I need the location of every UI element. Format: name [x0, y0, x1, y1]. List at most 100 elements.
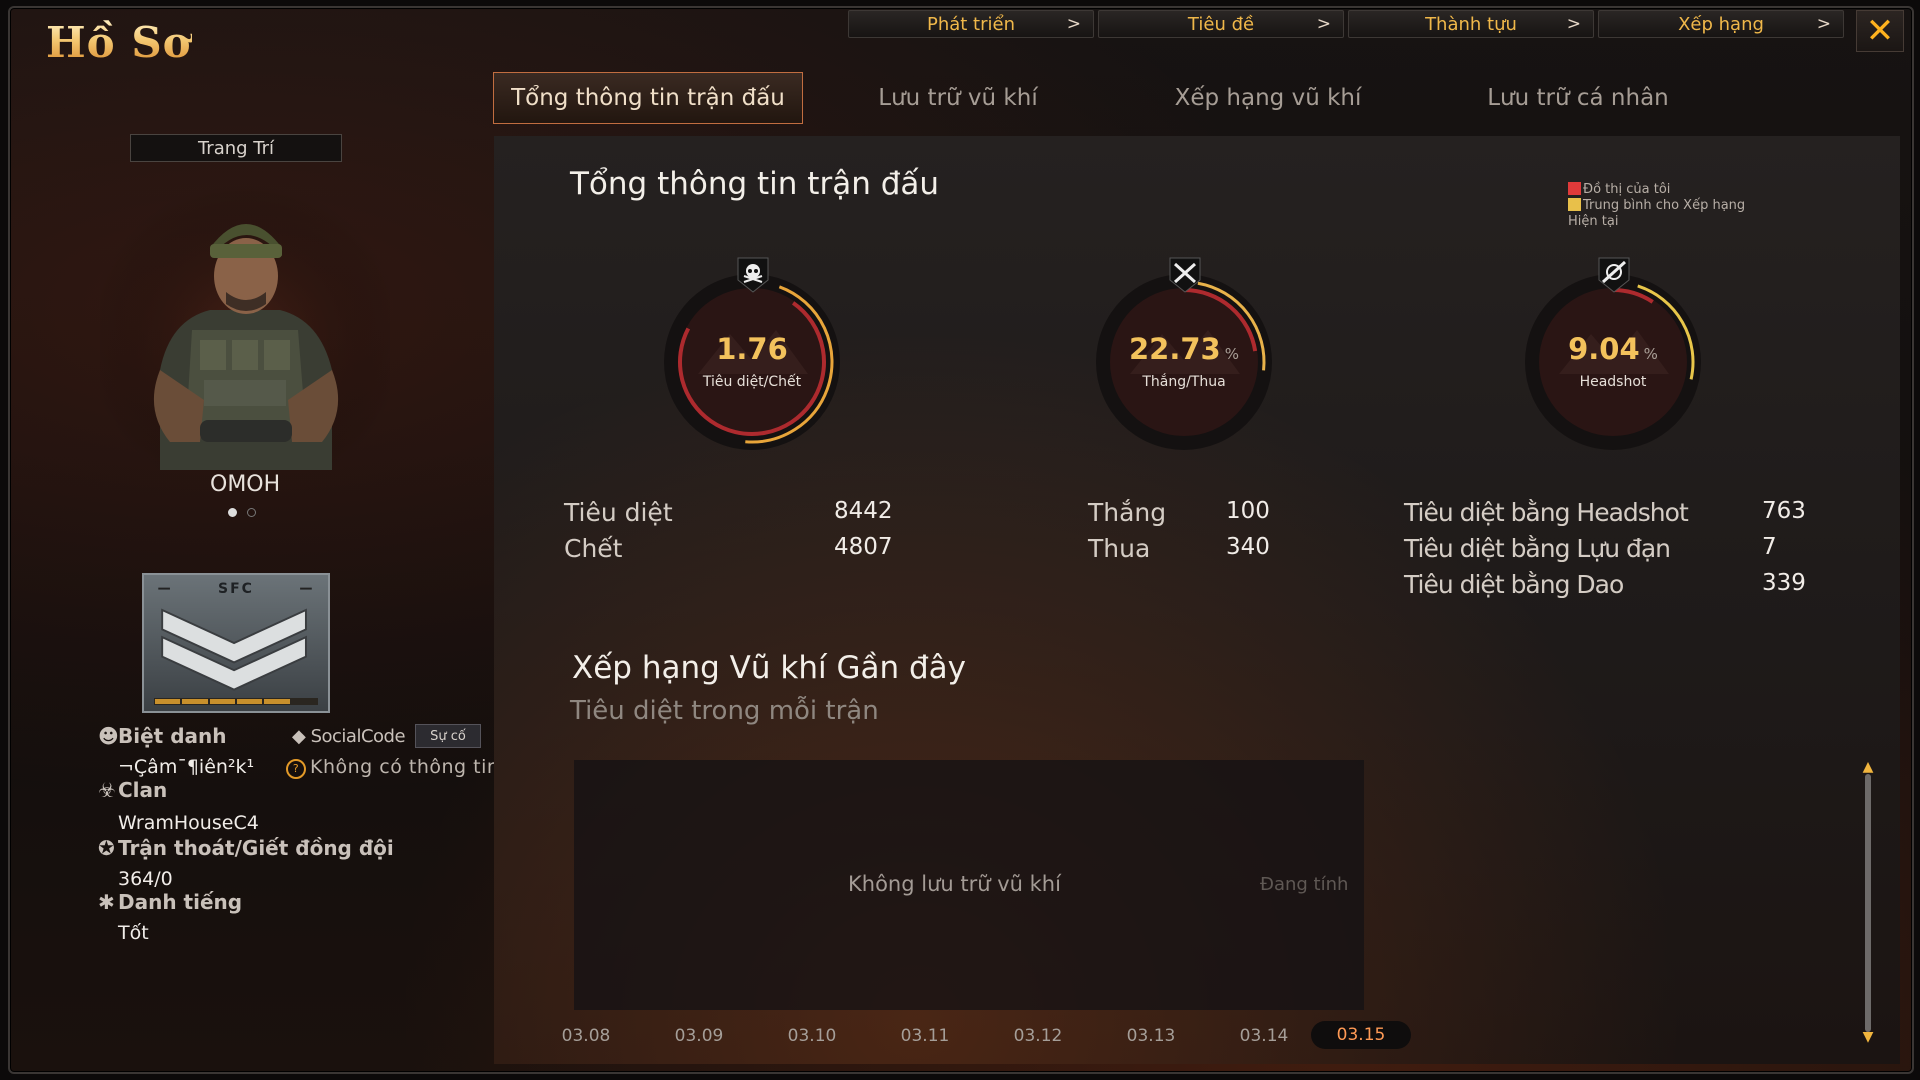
nav-label: Xếp hạng	[1678, 13, 1764, 35]
nickname-label-row: ☻Biệt danh	[98, 724, 226, 748]
chevron-rank-icon	[158, 587, 312, 691]
recent-title: Xếp hạng Vũ khí Gần đây	[572, 650, 966, 686]
tab-weapon-storage[interactable]: Lưu trữ vũ khí	[803, 72, 1113, 124]
socialcode-text: SocialCode	[310, 726, 406, 747]
winloss-value-row: 22.73%	[1084, 332, 1284, 366]
rank-progress	[154, 698, 318, 705]
socialcode-value: ? Không có thông tin	[286, 756, 499, 779]
reputation-value: Tốt	[118, 922, 149, 944]
date-item[interactable]: 03.14	[1234, 1026, 1294, 1046]
rank-badge: SFC	[142, 573, 330, 713]
nav-achievements-button[interactable]: Thành tựu >	[1348, 10, 1594, 38]
pager-dot[interactable]	[247, 508, 256, 517]
legend-swatch-avg	[1568, 198, 1581, 211]
nav-label: Thành tựu	[1425, 13, 1517, 35]
headshot-unit: %	[1643, 345, 1658, 363]
calculating-text: Đang tính	[1260, 874, 1349, 895]
headshot-value-row: 9.04%	[1513, 332, 1713, 366]
wins-label: Thắng	[1088, 498, 1167, 527]
empty-chart-message: Không lưu trữ vũ khí	[848, 872, 1061, 896]
nav-label: Tiêu đề	[1187, 13, 1255, 35]
close-icon: ✕	[1865, 11, 1895, 51]
decorate-button[interactable]: Trang Trí	[130, 134, 342, 162]
losses-value: 340	[1226, 534, 1270, 560]
grenade-kills-label: Tiêu diệt bằng Lựu đạn	[1404, 534, 1671, 563]
tag-icon: ◆	[292, 726, 306, 747]
socialcode-label: ◆ SocialCode	[292, 726, 406, 747]
shield-icon: ☣	[98, 778, 116, 802]
skull-icon	[737, 257, 769, 293]
chevron-right-icon: >	[1316, 14, 1331, 34]
date-item[interactable]: 03.09	[669, 1026, 729, 1046]
page-title: Hồ Sơ	[46, 18, 192, 67]
nickname-value: ¬Çâm¯¶iên²k¹	[118, 756, 255, 778]
headshot-gauge: 9.04% Headshot	[1513, 257, 1713, 462]
nickname-label: Biệt danh	[118, 724, 227, 748]
wins-value: 100	[1226, 498, 1270, 524]
legend-mine: Đồ thị của tôi	[1583, 182, 1671, 197]
tab-weapon-ranking[interactable]: Xếp hạng vũ khí	[1113, 72, 1423, 124]
winloss-gauge: 22.73% Thắng/Thua	[1084, 257, 1284, 462]
person-icon: ☻	[98, 724, 119, 748]
winloss-unit: %	[1224, 345, 1239, 363]
grenade-kills-value: 7	[1762, 534, 1777, 560]
crosshair-icon	[1598, 257, 1630, 293]
question-icon: ?	[286, 758, 306, 779]
vertical-scrollbar[interactable]: ▲ ▼	[1860, 760, 1876, 1044]
nav-titles-button[interactable]: Tiêu đề >	[1098, 10, 1344, 38]
no-info-text: Không có thông tin	[310, 756, 500, 778]
winloss-value: 22.73	[1129, 332, 1221, 366]
date-item[interactable]: 03.10	[782, 1026, 842, 1046]
chevron-right-icon: >	[1566, 14, 1581, 34]
nav-label: Phát triển	[926, 13, 1015, 35]
date-item[interactable]: 03.12	[1008, 1026, 1068, 1046]
nav-ranking-button[interactable]: Xếp hạng >	[1598, 10, 1844, 38]
clan-value: WramHouseC4	[118, 812, 259, 834]
tab-match-summary[interactable]: Tổng thông tin trận đấu	[493, 72, 803, 124]
date-item[interactable]: 03.11	[895, 1026, 955, 1046]
report-button[interactable]: Sự cố	[415, 724, 481, 748]
close-button[interactable]: ✕	[1856, 10, 1904, 52]
scroll-track[interactable]	[1865, 774, 1871, 1032]
escape-label-row: ✪ Trận thoát/Giết đồng đội	[98, 836, 394, 860]
escape-label: Trận thoát/Giết đồng đội	[118, 836, 394, 860]
date-item[interactable]: 03.08	[556, 1026, 616, 1046]
pager-dot[interactable]	[228, 508, 237, 517]
scroll-down-icon[interactable]: ▼	[1860, 1030, 1876, 1044]
kd-gauge: 1.76 Tiêu diệt/Chết	[652, 257, 852, 462]
scroll-up-icon[interactable]: ▲	[1860, 760, 1876, 774]
tab-bar: Tổng thông tin trận đấu Lưu trữ vũ khí X…	[493, 72, 1733, 124]
recent-subtitle: Tiêu diệt trong mỗi trận	[570, 696, 879, 726]
headshot-kills-value: 763	[1762, 498, 1806, 524]
knife-kills-value: 339	[1762, 570, 1806, 596]
kd-label: Tiêu diệt/Chết	[702, 374, 802, 390]
kd-value-row: 1.76	[652, 332, 852, 366]
kills-value: 8442	[834, 498, 893, 524]
character-portrait	[100, 180, 390, 470]
kills-label: Tiêu diệt	[564, 498, 673, 527]
kd-value: 1.76	[716, 332, 788, 366]
character-name: OMOH	[210, 472, 281, 497]
reputation-label: Danh tiếng	[118, 890, 243, 914]
deaths-label: Chết	[564, 534, 623, 563]
star-icon: ✱	[98, 890, 115, 914]
clan-label-row: ☣ Clan	[98, 778, 167, 802]
chevron-right-icon: >	[1816, 14, 1831, 34]
tab-personal-storage[interactable]: Lưu trữ cá nhân	[1423, 72, 1733, 124]
headshot-kills-label: Tiêu diệt bằng Headshot	[1404, 498, 1689, 527]
reputation-label-row: ✱ Danh tiếng	[98, 890, 242, 914]
date-item-selected[interactable]: 03.15	[1311, 1021, 1411, 1049]
chart-legend: Đồ thị của tôi Trung bình cho Xếp hạng H…	[1568, 182, 1748, 230]
nav-development-button[interactable]: Phát triển >	[848, 10, 1094, 38]
deaths-value: 4807	[834, 534, 893, 560]
escape-value: 364/0	[118, 868, 173, 890]
date-item[interactable]: 03.13	[1121, 1026, 1181, 1046]
top-navigation: Phát triển > Tiêu đề > Thành tựu > Xếp h…	[848, 10, 1844, 38]
clan-label: Clan	[118, 778, 168, 802]
headshot-value: 9.04	[1568, 332, 1640, 366]
headshot-label: Headshot	[1579, 374, 1647, 390]
character-pager	[228, 508, 256, 517]
knife-kills-label: Tiêu diệt bằng Dao	[1404, 570, 1624, 599]
winloss-label: Thắng/Thua	[1142, 374, 1226, 390]
crossed-swords-icon	[1169, 257, 1201, 293]
